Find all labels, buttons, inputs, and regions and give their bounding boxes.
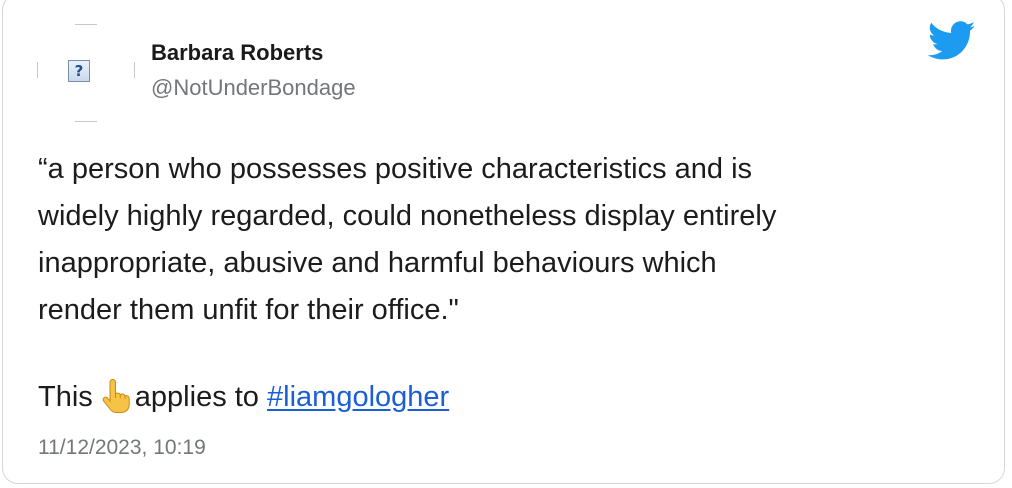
tweet-line: widely highly regarded, could nonetheles… [38, 200, 777, 232]
twitter-bird-icon[interactable] [928, 21, 976, 61]
hashtag-link[interactable]: #liamgologher [267, 381, 449, 413]
author-handle[interactable]: @NotUnderBondage [151, 75, 356, 101]
pointing-up-hand-icon [102, 379, 130, 413]
author-name[interactable]: Barbara Roberts [151, 40, 323, 66]
tweet-line: “a person who possesses positive charact… [38, 153, 753, 185]
tweet-hashtag-line: This applies to #liamgologher [38, 379, 449, 415]
tweet-prefix: This [38, 381, 93, 413]
avatar-edge-top [75, 24, 97, 25]
tweet-card: ? Barbara Roberts @NotUnderBondage “a pe… [2, 0, 1005, 484]
broken-image-icon: ? [68, 60, 90, 82]
tweet-line: inappropriate, abusive and harmful behav… [38, 247, 717, 279]
tweet-line: render them unfit for their office." [38, 294, 459, 326]
avatar-edge-left [37, 62, 38, 78]
tweet-timestamp[interactable]: 11/12/2023, 10:19 [38, 436, 206, 460]
avatar-edge-bottom [75, 121, 97, 122]
avatar[interactable]: ? [37, 24, 135, 122]
tweet-suffix: applies to [134, 381, 259, 413]
tweet-text: “a person who possesses positive charact… [38, 146, 993, 334]
avatar-edge-right [134, 62, 135, 78]
